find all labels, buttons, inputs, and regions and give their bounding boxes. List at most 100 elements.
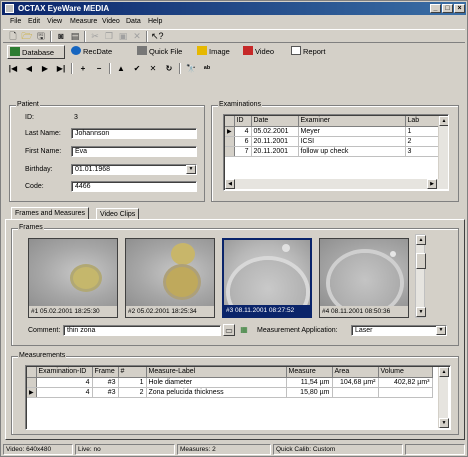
measure-volume-cell[interactable] [378, 387, 433, 398]
measure-volume-cell[interactable]: 402,82 µm³ [378, 377, 433, 388]
exam-lab-cell[interactable]: 3 [405, 146, 439, 157]
table-row[interactable]: ▶ 4 #3 2 Zona pelucida thickness 15,80 µ… [27, 387, 433, 398]
menu-help[interactable]: Help [148, 18, 162, 25]
binoculars-icon[interactable]: 🔭 [185, 63, 197, 74]
measure-number-cell[interactable]: 1 [118, 377, 147, 388]
column-header[interactable]: Examination-ID [36, 367, 93, 378]
first-name-field[interactable]: Eva [71, 146, 197, 157]
measure-area-cell[interactable] [332, 387, 379, 398]
birthday-field[interactable]: 01.01.1968 ▼ [71, 164, 197, 175]
exam-examiner-cell[interactable]: Meyer [298, 126, 406, 137]
save-icon[interactable]: 🖫 [35, 31, 47, 42]
comment-field[interactable]: thin zona [63, 325, 221, 336]
measure-frame-cell[interactable]: #3 [92, 387, 119, 398]
column-header[interactable]: Volume [378, 367, 433, 378]
measurements-vscroll[interactable]: ▲ ▼ [438, 367, 449, 428]
scroll-down-icon[interactable]: ▼ [416, 307, 426, 317]
exam-lab-cell[interactable]: 1 [405, 126, 439, 137]
examinations-hscroll[interactable]: ◀ ▶ [225, 179, 448, 189]
exam-id-cell[interactable]: 4 [234, 126, 252, 137]
frame-thumbnail[interactable]: #2 05.02.2001 18:25:34 [125, 238, 215, 318]
scroll-right-icon[interactable]: ▶ [427, 179, 437, 189]
last-record-icon[interactable]: ▶| [55, 63, 67, 74]
edit-record-icon[interactable]: ▲ [115, 63, 127, 74]
menu-edit[interactable]: Edit [28, 18, 40, 25]
grid-capture-icon[interactable]: ▦ [238, 324, 250, 336]
measure-label-cell[interactable]: Hole diameter [146, 377, 287, 388]
add-record-icon[interactable]: + [77, 63, 89, 74]
measure-number-cell[interactable]: 2 [118, 387, 147, 398]
exam-id-cell[interactable]: 7 [234, 146, 252, 157]
chevron-down-icon[interactable]: ▼ [436, 326, 446, 335]
tab-quick-file[interactable]: Quick File [135, 45, 191, 59]
frames-vscroll[interactable]: ▲ ▼ [415, 234, 426, 318]
frame-thumbnail[interactable]: #1 05.02.2001 18:25:30 [28, 238, 118, 318]
delete-record-icon[interactable]: − [93, 63, 105, 74]
scanner-icon[interactable]: ▤ [69, 31, 81, 42]
measure-area-cell[interactable]: 104,68 µm² [332, 377, 379, 388]
exam-examiner-cell[interactable]: ICSI [298, 136, 406, 147]
column-header[interactable]: Date [251, 116, 299, 127]
exam-id-cell[interactable]: 6 [234, 136, 252, 147]
column-header[interactable]: Examiner [298, 116, 406, 127]
scroll-up-icon[interactable]: ▲ [439, 367, 449, 377]
paste-icon[interactable]: ▣ [117, 31, 129, 42]
column-header[interactable]: Measure-Label [146, 367, 287, 378]
column-header[interactable]: # [118, 367, 147, 378]
help-pointer-icon[interactable]: ↖? [151, 31, 164, 42]
table-row[interactable]: 4 #3 1 Hole diameter 11,54 µm 104,68 µm²… [27, 377, 433, 388]
column-header[interactable]: Area [332, 367, 379, 378]
column-header[interactable]: Lab [405, 116, 439, 127]
new-file-icon[interactable]: 🗋 [7, 31, 19, 42]
next-record-icon[interactable]: ▶ [39, 63, 51, 74]
measure-frame-cell[interactable]: #3 [92, 377, 119, 388]
table-row[interactable]: 7 20.11.2001 follow up check 3 [225, 146, 439, 157]
open-folder-icon[interactable]: 🗁 [21, 31, 33, 42]
exam-date-cell[interactable]: 05.02.2001 [251, 126, 299, 137]
exam-examiner-cell[interactable]: follow up check [298, 146, 406, 157]
measurement-application-select[interactable]: Laser ▼ [351, 325, 447, 336]
minimize-button[interactable]: _ [430, 4, 441, 13]
table-row[interactable]: ▶ 4 05.02.2001 Meyer 1 [225, 126, 439, 137]
chevron-down-icon[interactable]: ▼ [186, 165, 196, 174]
exam-lab-cell[interactable]: 2 [405, 136, 439, 147]
cancel-record-icon[interactable]: ✕ [147, 63, 159, 74]
refresh-icon[interactable]: ↻ [163, 63, 175, 74]
cut-icon[interactable]: ✂ [89, 31, 101, 42]
code-field[interactable]: 4466 [71, 181, 197, 192]
measure-value-cell[interactable]: 11,54 µm [286, 377, 333, 388]
scroll-left-icon[interactable]: ◀ [225, 179, 235, 189]
tab-report[interactable]: Report [289, 45, 335, 59]
first-record-icon[interactable]: |◀ [7, 63, 19, 74]
post-record-icon[interactable]: ✔ [131, 63, 143, 74]
tab-database[interactable]: Database [7, 45, 65, 59]
title-bar[interactable]: OCTAX EyeWare MEDIA _ □ × [2, 2, 466, 15]
delete-icon[interactable]: ✕ [131, 31, 143, 42]
measure-exam-cell[interactable]: 4 [36, 387, 93, 398]
tab-recdate[interactable]: RecDate [69, 45, 131, 59]
column-header[interactable]: Measure [286, 367, 333, 378]
exam-date-cell[interactable]: 20.11.2001 [251, 136, 299, 147]
scroll-up-icon[interactable]: ▲ [439, 116, 448, 126]
menu-file[interactable]: File [10, 18, 21, 25]
examinations-vscroll[interactable]: ▲ [438, 116, 448, 179]
measure-value-cell[interactable]: 15,80 µm [286, 387, 333, 398]
measure-label-cell[interactable]: Zona pelucida thickness [146, 387, 287, 398]
table-row[interactable]: 6 20.11.2001 ICSI 2 [225, 136, 439, 147]
column-header[interactable]: ID [234, 116, 252, 127]
menu-video[interactable]: Video [102, 18, 120, 25]
last-name-field[interactable]: Johannson [71, 128, 197, 139]
close-button[interactable]: × [454, 4, 465, 13]
exam-date-cell[interactable]: 20.11.2001 [251, 146, 299, 157]
measurements-grid[interactable]: Examination-ID Frame # Measure-Label Mea… [25, 365, 451, 430]
scroll-thumb[interactable] [416, 253, 426, 269]
scroll-down-icon[interactable]: ▼ [439, 418, 449, 428]
menu-measure[interactable]: Measure [70, 18, 97, 25]
measure-exam-cell[interactable]: 4 [36, 377, 93, 388]
menu-data[interactable]: Data [126, 18, 141, 25]
examinations-grid[interactable]: ID Date Examiner Lab ▶ 4 05.02.2001 Meye… [223, 114, 449, 191]
prev-record-icon[interactable]: ◀ [23, 63, 35, 74]
column-header[interactable]: Frame [92, 367, 119, 378]
scroll-up-icon[interactable]: ▲ [416, 235, 426, 245]
tab-video[interactable]: Video [241, 45, 287, 59]
